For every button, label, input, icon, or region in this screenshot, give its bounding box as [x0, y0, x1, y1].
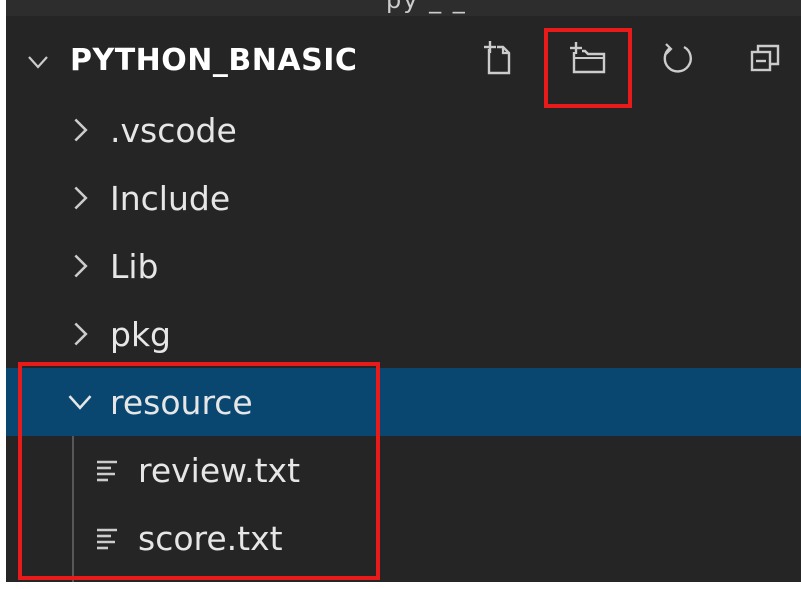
chevron-right-icon [74, 322, 88, 346]
section-title: PYTHON_BNASIC [70, 43, 358, 78]
chevron-right-icon [74, 186, 88, 210]
tree-item-label: Include [110, 178, 231, 218]
tree-item-pkg[interactable]: pkg [6, 300, 801, 368]
tree-item-label: pkg [110, 314, 172, 354]
tree-item-label: .vscode [110, 110, 237, 150]
refresh-icon [663, 43, 692, 73]
new-file-icon [484, 41, 511, 75]
collapse-all-icon [750, 44, 780, 72]
chevron-right-icon [74, 118, 88, 142]
refresh-button[interactable] [656, 36, 700, 80]
resource-folder-highlight-box [18, 362, 380, 580]
explorer-panel: py _ _ PYTHON_BNASIC .vscode Include Lib… [6, 0, 801, 582]
tree-item-lib[interactable]: Lib [6, 232, 801, 300]
chevron-right-icon [74, 254, 88, 278]
collapse-all-button[interactable] [744, 36, 788, 80]
chevron-down-icon[interactable] [26, 50, 50, 74]
top-partial-text: py _ _ [386, 0, 467, 14]
tree-item-vscode[interactable]: .vscode [6, 96, 801, 164]
new-file-button[interactable] [476, 36, 520, 80]
top-strip: py _ _ [6, 0, 801, 16]
tree-item-label: Lib [110, 246, 159, 286]
tree-item-include[interactable]: Include [6, 164, 801, 232]
explorer-section-header[interactable]: PYTHON_BNASIC [6, 16, 801, 108]
